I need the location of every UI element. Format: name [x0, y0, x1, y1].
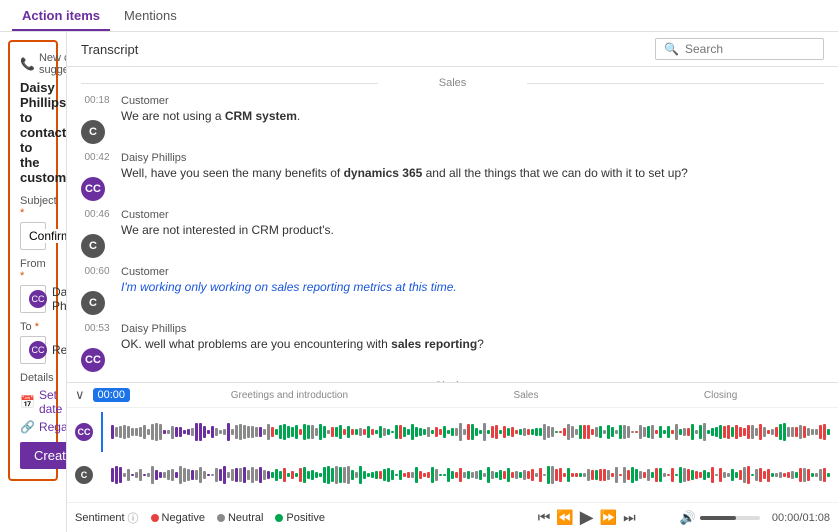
volume-icon[interactable]: 🔊: [680, 510, 696, 526]
transcript-header: Transcript 🔍: [67, 32, 838, 67]
positive-dot: [275, 514, 283, 522]
daisy-wave-avatar: CC: [75, 423, 93, 441]
search-box[interactable]: 🔍: [655, 38, 824, 60]
rewind-icon[interactable]: ⏪: [556, 509, 573, 526]
msg-time: 00:46: [81, 209, 113, 220]
left-panel: 📞 New call suggestion ✏️ ∧ Daisy Phillip…: [0, 32, 67, 532]
section-greetings: Greetings and introduction: [231, 390, 348, 401]
message-row: 00:18 C Customer We are not using a CRM …: [81, 95, 824, 144]
message-row: 00:53 CC Daisy Phillips OK. well what pr…: [81, 323, 824, 372]
tab-mentions[interactable]: Mentions: [114, 2, 187, 31]
current-time-badge: 00:00: [93, 388, 131, 402]
collapse-timeline-icon[interactable]: ∨: [75, 387, 85, 403]
transcript-body: Sales 00:18 C Customer We are not using …: [67, 67, 838, 382]
tab-action-items[interactable]: Action items: [12, 2, 110, 31]
calendar-icon: 📅: [20, 395, 35, 409]
action-buttons: Create ∨ Delete: [20, 442, 46, 469]
search-icon: 🔍: [664, 42, 679, 56]
phone-icon: 📞: [20, 57, 35, 71]
to-dropdown[interactable]: CC Regina ∨: [20, 336, 46, 364]
section-sales: Sales: [513, 390, 538, 401]
waveform-area: CC C: [67, 408, 838, 502]
customer-wave-avatar: C: [75, 466, 93, 484]
action-card: 📞 New call suggestion ✏️ ∧ Daisy Phillip…: [8, 40, 58, 481]
timeline-header: ∨ 00:00 Greetings and introduction Sales…: [67, 383, 838, 408]
msg-time: 00:53: [81, 323, 113, 334]
volume-control: 🔊: [680, 510, 760, 526]
subject-input[interactable]: ×: [20, 222, 46, 250]
daisy-avatar: CC: [81, 177, 105, 201]
details-section: Details 📅 Set date 🔗 Regarding: [20, 372, 46, 434]
subject-text-input[interactable]: [29, 229, 67, 243]
right-panel: Transcript 🔍 Sales 00:18 C Customer We a…: [67, 32, 838, 532]
from-field: From * CC Daisy Phillips ∨: [20, 258, 46, 313]
playhead: [101, 412, 103, 452]
customer-avatar: C: [81, 234, 105, 258]
sentiment-positive: Positive: [275, 512, 325, 524]
message-row: 00:46 C Customer We are not interested i…: [81, 209, 824, 258]
daisy-waveform-row: CC: [75, 412, 830, 452]
link-icon: 🔗: [20, 420, 35, 434]
message-row: 00:60 C Customer I'm working only workin…: [81, 266, 824, 315]
bottom-bar: ∨ 00:00 Greetings and introduction Sales…: [67, 382, 838, 532]
search-input[interactable]: [685, 42, 815, 56]
customer-waveform-row: C: [75, 455, 830, 495]
msg-time: 00:60: [81, 266, 113, 277]
customer-avatar: C: [81, 291, 105, 315]
from-avatar: CC: [29, 290, 47, 308]
play-button[interactable]: ▶: [580, 507, 594, 528]
customer-avatar: C: [81, 120, 105, 144]
msg-time: 00:18: [81, 95, 113, 106]
closing-divider: Closing: [81, 380, 824, 382]
sentiment-neutral: Neutral: [217, 512, 263, 524]
sentiment-bar: Sentiment ⓘ Negative Neutral Positive: [67, 502, 838, 532]
set-date-link[interactable]: 📅 Set date: [20, 388, 46, 416]
sales-divider: Sales: [81, 77, 824, 89]
call-suggestion-label: 📞 New call suggestion ✏️: [20, 52, 67, 76]
fast-forward-icon[interactable]: ⏩: [600, 509, 617, 526]
to-avatar: CC: [29, 341, 47, 359]
msg-time: 00:42: [81, 152, 113, 163]
volume-slider[interactable]: [700, 516, 760, 520]
info-icon[interactable]: ⓘ: [128, 510, 139, 526]
daisy-waveform-track: [111, 421, 830, 443]
skip-back-start-icon[interactable]: ⏮: [538, 509, 551, 526]
message-row: 00:42 CC Daisy Phillips Well, have you s…: [81, 152, 824, 201]
create-button[interactable]: Create: [20, 442, 67, 469]
neutral-dot: [217, 514, 225, 522]
sentiment-label: Sentiment ⓘ: [75, 510, 139, 526]
skip-forward-end-icon[interactable]: ⏭: [623, 509, 636, 526]
volume-fill: [700, 516, 736, 520]
subject-field: Subject * ×: [20, 195, 46, 250]
to-field: To * CC Regina ∨: [20, 321, 46, 364]
sentiment-negative: Negative: [151, 512, 205, 524]
customer-waveform-track: [111, 464, 830, 486]
daisy-avatar: CC: [81, 348, 105, 372]
from-dropdown[interactable]: CC Daisy Phillips ∨: [20, 285, 46, 313]
timeline-labels: Greetings and introduction Sales Closing: [138, 390, 830, 401]
section-closing: Closing: [704, 390, 737, 401]
time-display: 00:00/01:08: [772, 512, 830, 524]
transcript-title: Transcript: [81, 42, 138, 57]
action-title: Daisy Phillips to contact to the custome…: [20, 80, 46, 185]
regarding-link[interactable]: 🔗 Regarding: [20, 420, 46, 434]
negative-dot: [151, 514, 159, 522]
playback-controls: ⏮ ⏪ ▶ ⏩ ⏭: [538, 507, 636, 528]
